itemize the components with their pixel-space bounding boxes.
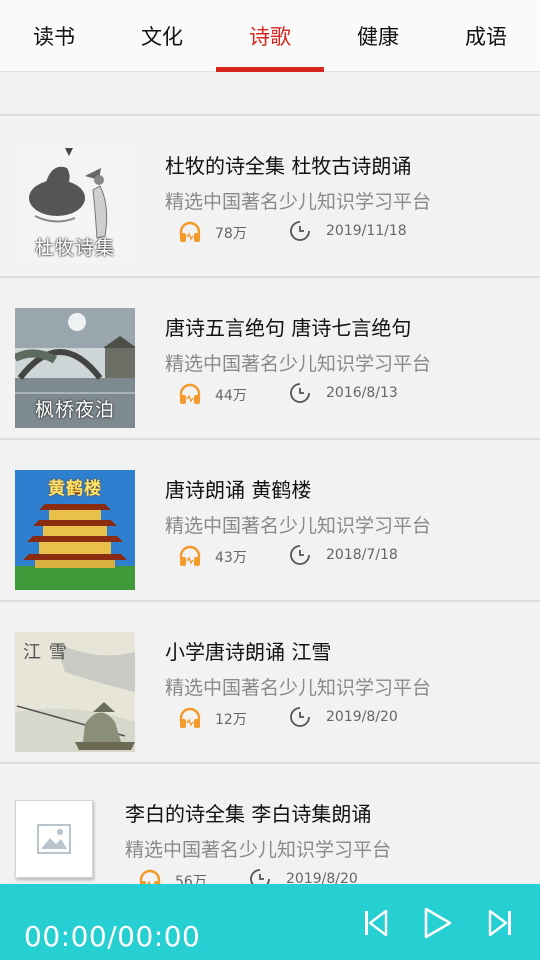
tab-label: 成语	[465, 25, 507, 49]
clock-icon	[290, 221, 310, 241]
album-cover: 黄鹤楼	[15, 470, 135, 590]
album-subtitle: 精选中国著名少儿知识学习平台	[165, 353, 432, 375]
headphones-icon	[179, 221, 201, 242]
skip-previous-icon	[365, 910, 388, 936]
album-cover-caption: 杜牧诗集	[34, 237, 115, 259]
publish-date: 2016/8/13	[326, 385, 398, 401]
list-item[interactable]: 黄鹤楼 唐诗朗诵 黄鹤楼 精选中国著名少儿知识学习平台 43万 2018/7/1…	[0, 440, 540, 602]
skip-next-icon	[488, 910, 511, 936]
album-cover: 江 雪	[15, 632, 135, 752]
play-count: 78万	[215, 226, 247, 242]
playback-time: 00:00/00:00	[24, 920, 201, 953]
album-cover: 枫桥夜泊	[15, 308, 135, 428]
album-cover: 杜牧诗集	[15, 146, 135, 266]
clock-icon	[290, 545, 310, 565]
list-item[interactable]: 杜牧诗集 杜牧的诗全集 杜牧古诗朗诵 精选中国著名少儿知识学习平台 78万 20…	[0, 116, 540, 278]
album-title: 小学唐诗朗诵 江雪	[165, 640, 332, 664]
clock-icon	[290, 707, 310, 727]
play-count: 43万	[215, 550, 247, 566]
play-icon	[424, 907, 452, 939]
tab-label: 健康	[357, 25, 399, 49]
list-item[interactable]: 江 雪 小学唐诗朗诵 江雪 精选中国著名少儿知识学习平台 12万 2019/8/…	[0, 602, 540, 764]
album-cover-placeholder	[15, 800, 93, 878]
publish-date: 2019/11/18	[326, 223, 407, 239]
publish-date: 2018/7/18	[326, 547, 398, 563]
album-subtitle: 精选中国著名少儿知识学习平台	[165, 677, 432, 699]
tab-health[interactable]: 健康	[324, 0, 432, 72]
category-tabs: 读书 文化 诗歌 健康 成语	[0, 0, 540, 72]
album-subtitle: 精选中国著名少儿知识学习平台	[165, 191, 432, 213]
publish-date: 2019/8/20	[326, 709, 398, 725]
tab-label: 文化	[141, 25, 183, 49]
headphones-icon	[179, 383, 201, 404]
previous-button[interactable]	[362, 906, 390, 940]
album-meta: 78万 2019/11/18	[178, 220, 508, 244]
album-cover-caption: 江 雪	[23, 642, 68, 663]
audio-player-bar: 00:00/00:00	[0, 884, 540, 960]
tab-idioms[interactable]: 成语	[432, 0, 540, 72]
album-meta: 12万 2019/8/20	[178, 706, 508, 730]
play-count: 12万	[215, 712, 247, 728]
image-placeholder-icon	[37, 824, 71, 854]
headphones-icon	[179, 707, 201, 728]
clock-icon	[290, 383, 310, 403]
album-subtitle: 精选中国著名少儿知识学习平台	[125, 839, 392, 861]
album-meta: 43万 2018/7/18	[178, 544, 508, 568]
album-title: 李白的诗全集 李白诗集朗诵	[125, 802, 372, 826]
album-cover-caption: 黄鹤楼	[48, 479, 102, 499]
play-button[interactable]	[420, 906, 456, 940]
tab-label: 诗歌	[249, 25, 291, 49]
album-cover-caption: 枫桥夜泊	[34, 399, 115, 421]
active-tab-indicator	[216, 67, 324, 72]
list-item[interactable]: 枫桥夜泊 唐诗五言绝句 唐诗七言绝句 精选中国著名少儿知识学习平台 44万 20…	[0, 278, 540, 440]
headphones-icon	[179, 545, 201, 566]
album-list: 杜牧诗集 杜牧的诗全集 杜牧古诗朗诵 精选中国著名少儿知识学习平台 78万 20…	[0, 114, 540, 926]
tab-reading[interactable]: 读书	[0, 0, 108, 72]
album-title: 杜牧的诗全集 杜牧古诗朗诵	[165, 154, 412, 178]
play-count: 44万	[215, 388, 247, 404]
album-subtitle: 精选中国著名少儿知识学习平台	[165, 515, 432, 537]
tab-culture[interactable]: 文化	[108, 0, 216, 72]
tab-poetry[interactable]: 诗歌	[216, 0, 324, 72]
album-title: 唐诗朗诵 黄鹤楼	[165, 478, 312, 502]
album-title: 唐诗五言绝句 唐诗七言绝句	[165, 316, 412, 340]
tab-label: 读书	[33, 25, 75, 49]
next-button[interactable]	[486, 906, 514, 940]
album-meta: 44万 2016/8/13	[178, 382, 508, 406]
